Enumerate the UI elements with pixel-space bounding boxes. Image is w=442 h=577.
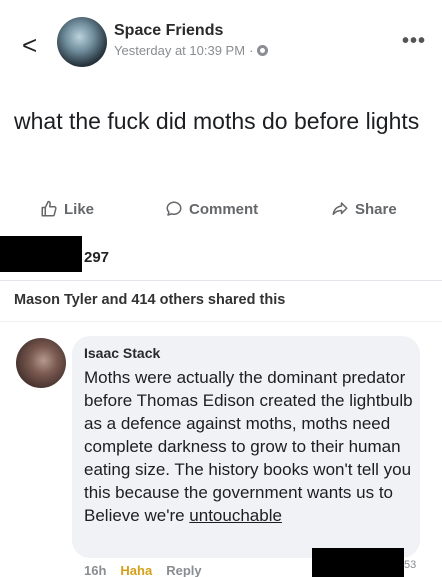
page-name[interactable]: Space Friends (114, 22, 223, 40)
globe-icon (257, 45, 269, 56)
comment-bubble-icon (166, 201, 182, 216)
shared-by-text[interactable]: Mason Tyler and 414 others shared this (14, 292, 285, 308)
comment-text: Moths were actually the dominant predato… (84, 366, 414, 527)
meta-separator: · (249, 43, 254, 58)
like-label: Like (64, 200, 95, 218)
post-timestamp[interactable]: Yesterday at 10:39 PM (114, 43, 245, 58)
comment-text-underlined: untouchable (189, 506, 282, 525)
comment-label: Comment (189, 200, 259, 218)
comment-text-main: Moths were actually the dominant predato… (84, 368, 413, 525)
comment-reaction-count[interactable]: 53 (404, 559, 416, 571)
post-actions-bar: Like Comment Share (0, 196, 442, 226)
page-avatar[interactable] (57, 17, 107, 67)
post-header: < Space Friends Yesterday at 10:39 PM · … (0, 0, 442, 90)
comment-time[interactable]: 16h (84, 563, 106, 577)
reply-button[interactable]: Reply (166, 563, 201, 577)
more-options-button[interactable]: ••• (402, 30, 426, 53)
comment-meta: 16h Haha Reply (84, 563, 202, 577)
haha-reaction-button[interactable]: Haha (120, 563, 152, 577)
divider (0, 321, 442, 322)
commenter-name[interactable]: Isaac Stack (84, 345, 160, 361)
divider (0, 280, 442, 281)
comment-button[interactable]: Comment (165, 200, 258, 218)
share-label: Share (355, 200, 397, 218)
share-arrow-icon (332, 202, 348, 215)
redaction-box (312, 548, 404, 577)
redaction-box (0, 236, 82, 272)
share-button[interactable]: Share (331, 200, 397, 218)
commenter-avatar[interactable] (16, 338, 66, 388)
reaction-count[interactable]: 297 (84, 249, 109, 266)
like-button[interactable]: Like (40, 200, 94, 218)
back-button[interactable]: < (22, 32, 37, 58)
thumbs-up-icon (41, 200, 57, 217)
post-meta: Yesterday at 10:39 PM · (114, 43, 269, 58)
post-text: what the fuck did moths do before lights (14, 108, 420, 134)
